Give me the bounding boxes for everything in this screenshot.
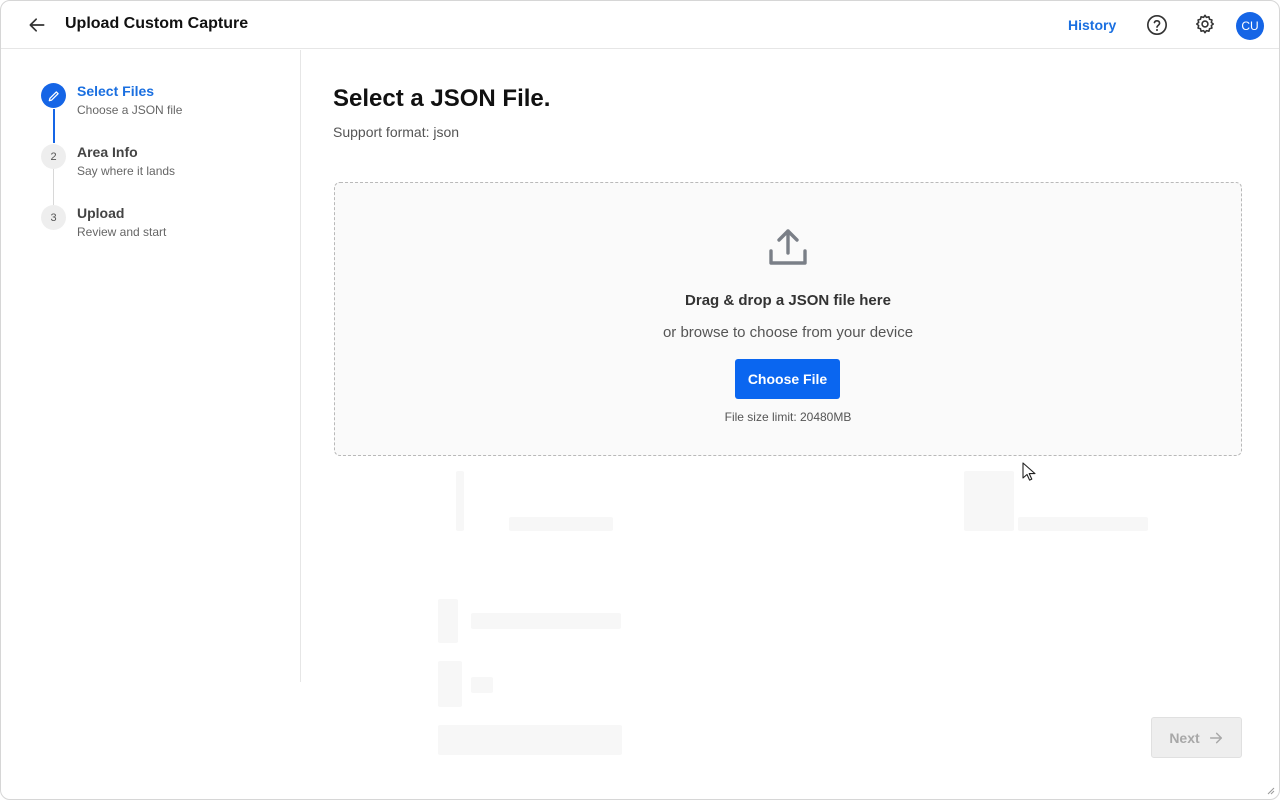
step-title: Area Info <box>77 144 138 160</box>
step-connector <box>53 168 54 205</box>
settings-button[interactable] <box>1194 13 1216 35</box>
dropzone-title: Drag & drop a JSON file here <box>685 292 891 309</box>
next-button[interactable]: Next <box>1151 717 1242 758</box>
step-title: Upload <box>77 205 125 221</box>
arrow-left-icon <box>29 18 45 32</box>
ghost-shape <box>438 725 622 755</box>
ghost-shape <box>438 599 458 643</box>
ghost-shape <box>471 677 493 693</box>
page-title: Upload Custom Capture <box>65 15 249 32</box>
file-size-limit: File size limit: 20480MB <box>724 410 852 424</box>
next-label: Next <box>1169 729 1200 746</box>
ghost-shape <box>509 517 613 531</box>
ghost-shape <box>964 471 1014 531</box>
step-connector <box>53 109 55 143</box>
step-number: 2 <box>41 144 66 169</box>
mouse-cursor-icon <box>1022 462 1036 481</box>
resize-grip-icon[interactable] <box>1265 785 1275 795</box>
help-icon <box>1147 15 1167 35</box>
ghost-shape <box>456 471 464 531</box>
section-title: Select a JSON File. <box>333 85 551 112</box>
dropzone-subtitle: or browse to choose from your device <box>662 324 914 341</box>
stepper-sidebar: Select Files Choose a JSON file 2 Area I… <box>1 50 301 682</box>
avatar[interactable]: CU <box>1236 12 1264 40</box>
gear-icon <box>1195 14 1215 34</box>
help-button[interactable] <box>1146 14 1168 36</box>
app-window: Upload Custom Capture History CU Select … <box>0 0 1280 800</box>
back-button[interactable] <box>25 13 49 37</box>
arrow-right-icon <box>1209 732 1222 743</box>
step-number: 3 <box>41 205 66 230</box>
step-title: Select Files <box>77 83 155 99</box>
step-subtitle: Say where it lands <box>77 164 176 178</box>
upload-icon <box>769 229 807 265</box>
section-subtitle: Support format: json <box>333 124 460 140</box>
step-indicator <box>41 83 66 108</box>
top-bar: Upload Custom Capture History CU <box>1 1 1279 49</box>
step-subtitle: Review and start <box>77 225 167 239</box>
ghost-shape <box>1018 517 1148 531</box>
ghost-shape <box>471 613 621 629</box>
history-link[interactable]: History <box>1068 17 1116 33</box>
ghost-shape <box>438 661 462 707</box>
choose-file-button[interactable]: Choose File <box>735 359 840 399</box>
pencil-icon <box>48 90 59 101</box>
step-subtitle: Choose a JSON file <box>77 103 183 117</box>
file-dropzone[interactable]: Drag & drop a JSON file here or browse t… <box>334 182 1242 456</box>
